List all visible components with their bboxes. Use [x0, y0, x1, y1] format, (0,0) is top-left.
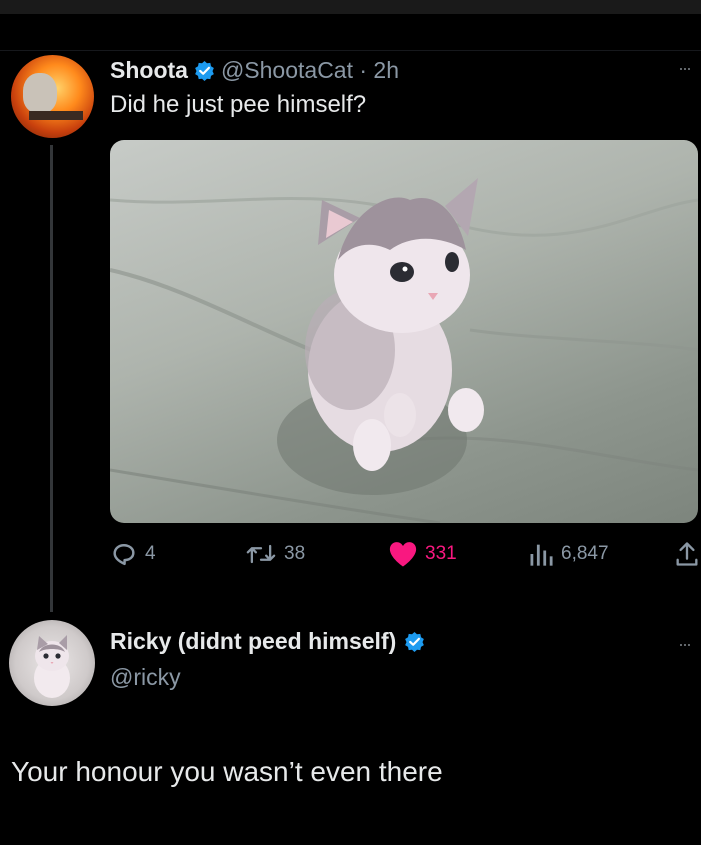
view-count: 6,847	[561, 543, 609, 564]
reply-button[interactable]: 4	[110, 540, 156, 568]
reply-avatar[interactable]	[9, 620, 95, 706]
author-handle-time[interactable]: @ShootaCat · 2h	[221, 57, 399, 84]
kitten-avatar-icon	[34, 635, 70, 698]
share-icon	[676, 542, 698, 566]
tweet-text: Did he just pee himself?	[110, 91, 367, 118]
views-icon	[530, 544, 553, 566]
avatar-cat-figure	[23, 73, 57, 113]
heart-icon	[389, 542, 417, 567]
like-button[interactable]: 331	[388, 540, 457, 568]
more-options-icon[interactable]: ···	[678, 58, 692, 79]
tweet-media-image[interactable]	[110, 140, 698, 523]
avatar[interactable]	[11, 55, 94, 138]
reply-count: 4	[145, 543, 156, 564]
thread-line	[50, 145, 53, 612]
like-count: 331	[425, 543, 457, 564]
tweet-actions: 4 38 331 6,847	[110, 540, 700, 576]
retweet-icon	[246, 544, 276, 564]
verified-badge-icon	[405, 631, 425, 652]
retweet-count: 38	[284, 543, 306, 564]
top-bar	[0, 0, 701, 14]
reply-author-name[interactable]: Ricky (didnt peed himself)	[110, 628, 396, 655]
reply-author-handle[interactable]: @ricky	[110, 664, 181, 691]
tweet-header: Shoota @ShootaCat · 2h	[110, 55, 399, 85]
reply-text: Your honour you wasn’t even there	[11, 756, 443, 787]
divider	[0, 50, 701, 51]
avatar-band	[29, 111, 83, 120]
reply-header: Ricky (didnt peed himself)	[110, 628, 425, 655]
verified-badge-icon	[195, 60, 214, 81]
share-button[interactable]	[675, 540, 699, 568]
retweet-button[interactable]: 38	[245, 540, 305, 568]
more-options-icon[interactable]: ···	[678, 634, 692, 655]
views-button[interactable]: 6,847	[528, 540, 609, 568]
kitten-photo-icon	[110, 178, 698, 523]
author-name[interactable]: Shoota	[110, 57, 188, 84]
reply-icon	[113, 544, 135, 566]
